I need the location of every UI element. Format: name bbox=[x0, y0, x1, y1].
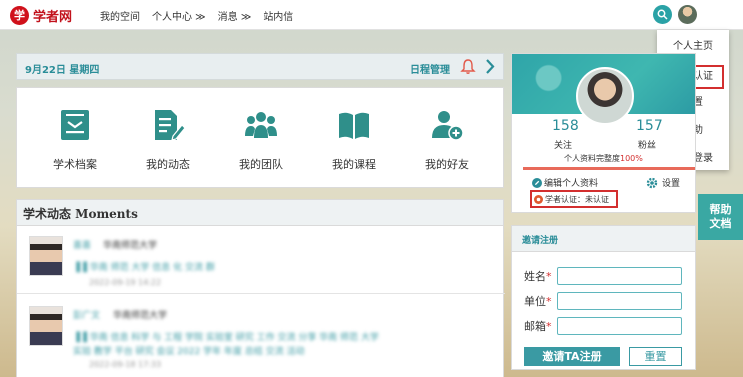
help-doc-line2: 文档 bbox=[709, 217, 732, 230]
profile-card: 158 关注 157 粉丝 个人资料完整度100% 编辑个人资料 设置 学者认证… bbox=[511, 53, 696, 213]
archive-icon bbox=[61, 110, 89, 140]
followers-label: 关注 bbox=[554, 141, 573, 151]
field-label-text: 单位 bbox=[524, 295, 546, 308]
app-shortcuts: 学术档案 我的动态 我的团队 我的课程 我的好友 bbox=[16, 87, 504, 188]
nav-messages[interactable]: 消息 ≫ bbox=[218, 8, 252, 23]
settings-link[interactable]: 设置 bbox=[646, 176, 680, 189]
chevron-right-icon[interactable] bbox=[484, 58, 496, 75]
site-logo[interactable]: 学 学者网 bbox=[10, 6, 72, 25]
invite-title: 邀请注册 bbox=[512, 226, 695, 252]
date-bar: 9月22日 星期四 日程管理 bbox=[16, 53, 504, 80]
org-field-label: 单位* bbox=[524, 293, 552, 309]
auth-status-text: 学者认证：未认证 bbox=[545, 194, 609, 204]
name-field-label: 姓名* bbox=[524, 268, 552, 284]
followers-count[interactable]: 158 bbox=[552, 118, 579, 134]
email-input[interactable] bbox=[557, 317, 682, 335]
gear-icon bbox=[646, 177, 658, 188]
app-label: 学术档案 bbox=[53, 158, 97, 171]
completeness-progress bbox=[523, 167, 695, 170]
app-label: 我的课程 bbox=[332, 158, 376, 171]
required-mark: * bbox=[546, 320, 552, 333]
app-my-courses[interactable]: 我的课程 bbox=[306, 88, 402, 189]
help-doc-line1: 帮助 bbox=[709, 203, 732, 216]
help-doc-button[interactable]: 帮助 文档 bbox=[698, 194, 743, 240]
completeness-label: 个人资料完整度 bbox=[564, 154, 620, 163]
required-mark: * bbox=[546, 295, 552, 308]
current-date: 9月22日 星期四 bbox=[25, 65, 100, 76]
app-my-team[interactable]: 我的团队 bbox=[213, 88, 309, 189]
nav-my-space[interactable]: 我的空间 bbox=[100, 8, 140, 23]
logo-mark: 学 bbox=[10, 6, 29, 25]
schedule-link[interactable]: 日程管理 bbox=[410, 61, 450, 76]
fans-label: 粉丝 bbox=[638, 141, 657, 151]
name-input[interactable] bbox=[557, 267, 682, 285]
required-mark: * bbox=[546, 270, 552, 283]
add-friend-icon bbox=[432, 111, 464, 141]
moment-divider bbox=[17, 293, 505, 294]
nav-personal-center[interactable]: 个人中心 ≫ bbox=[152, 8, 206, 23]
edit-profile-label: 编辑个人资料 bbox=[544, 179, 599, 189]
app-my-activity[interactable]: 我的动态 bbox=[120, 88, 216, 189]
moment-item[interactable]: 彭广文 华南师范大学 ▐▐ 华南 信息 科学 与 工程 学院 实验室 研究 工作… bbox=[17, 306, 505, 372]
profile-photo[interactable] bbox=[576, 67, 634, 125]
pencil-icon bbox=[532, 177, 542, 188]
bell-icon[interactable] bbox=[460, 58, 476, 75]
email-field-label: 邮箱* bbox=[524, 318, 552, 334]
search-button[interactable] bbox=[653, 5, 672, 24]
moment-time: 2022-09-18 17:33 bbox=[89, 360, 162, 369]
menu-item-homepage[interactable]: 个人主页 bbox=[657, 37, 729, 52]
edit-document-icon bbox=[155, 110, 185, 141]
moment-text-line2: 实验 教学 平台 研究 会议 2022 学年 年度 总结 交流 活动 bbox=[73, 347, 305, 357]
app-label: 我的好友 bbox=[425, 158, 469, 171]
author-org: 华南师范大学 bbox=[113, 311, 168, 321]
reset-button[interactable]: 重置 bbox=[629, 347, 682, 366]
nav-inbox[interactable]: 站内信 bbox=[263, 8, 293, 23]
moments-title: 学术动态 Moments bbox=[17, 200, 503, 226]
scholar-auth-status[interactable]: 学者认证：未认证 bbox=[530, 190, 618, 208]
author-name[interactable]: 彭广文 bbox=[73, 308, 100, 321]
author-name[interactable]: 喜喜 bbox=[73, 238, 91, 251]
top-bar: 学 学者网 我的空间 个人中心 ≫ 消息 ≫ 站内信 bbox=[0, 0, 743, 30]
app-my-friends[interactable]: 我的好友 bbox=[399, 88, 495, 189]
invite-submit-button[interactable]: 邀请TA注册 bbox=[524, 347, 620, 366]
settings-label: 设置 bbox=[662, 179, 681, 189]
profile-completeness: 个人资料完整度100% bbox=[564, 153, 643, 164]
search-icon bbox=[657, 9, 668, 20]
app-label: 我的动态 bbox=[146, 158, 190, 171]
moments-panel: 学术动态 Moments 喜喜 华南师范大学 ▐▐ 华南 师范 大学 信息 化 … bbox=[16, 199, 505, 377]
author-org: 华南师范大学 bbox=[103, 241, 158, 251]
invite-panel: 邀请注册 姓名* 单位* 邮箱* 邀请TA注册 重置 bbox=[511, 225, 696, 370]
app-academic-archive[interactable]: 学术档案 bbox=[27, 88, 123, 189]
shield-icon bbox=[534, 194, 543, 204]
moment-text: ▐▐ 华南 师范 大学 信息 化 交流 群 bbox=[73, 263, 215, 273]
field-label-text: 邮箱 bbox=[524, 320, 546, 333]
logo-text: 学者网 bbox=[33, 10, 73, 25]
org-input[interactable] bbox=[557, 292, 682, 310]
fans-count[interactable]: 157 bbox=[636, 118, 663, 134]
book-icon bbox=[339, 112, 369, 139]
completeness-value: 100% bbox=[620, 154, 643, 163]
user-avatar[interactable] bbox=[678, 5, 697, 24]
moment-time: 2022-09-19 14:22 bbox=[89, 278, 162, 287]
completeness-progress-fill bbox=[523, 167, 695, 170]
moment-text: ▐▐ 华南 信息 科学 与 工程 学院 实验室 研究 工作 交流 分享 华南 师… bbox=[73, 333, 379, 343]
edit-profile-link[interactable]: 编辑个人资料 bbox=[532, 176, 598, 189]
author-photo[interactable] bbox=[29, 236, 63, 276]
field-label-text: 姓名 bbox=[524, 270, 546, 283]
top-nav: 我的空间 个人中心 ≫ 消息 ≫ 站内信 bbox=[100, 8, 305, 23]
author-photo[interactable] bbox=[29, 306, 63, 346]
team-icon bbox=[245, 112, 277, 138]
app-label: 我的团队 bbox=[239, 158, 283, 171]
